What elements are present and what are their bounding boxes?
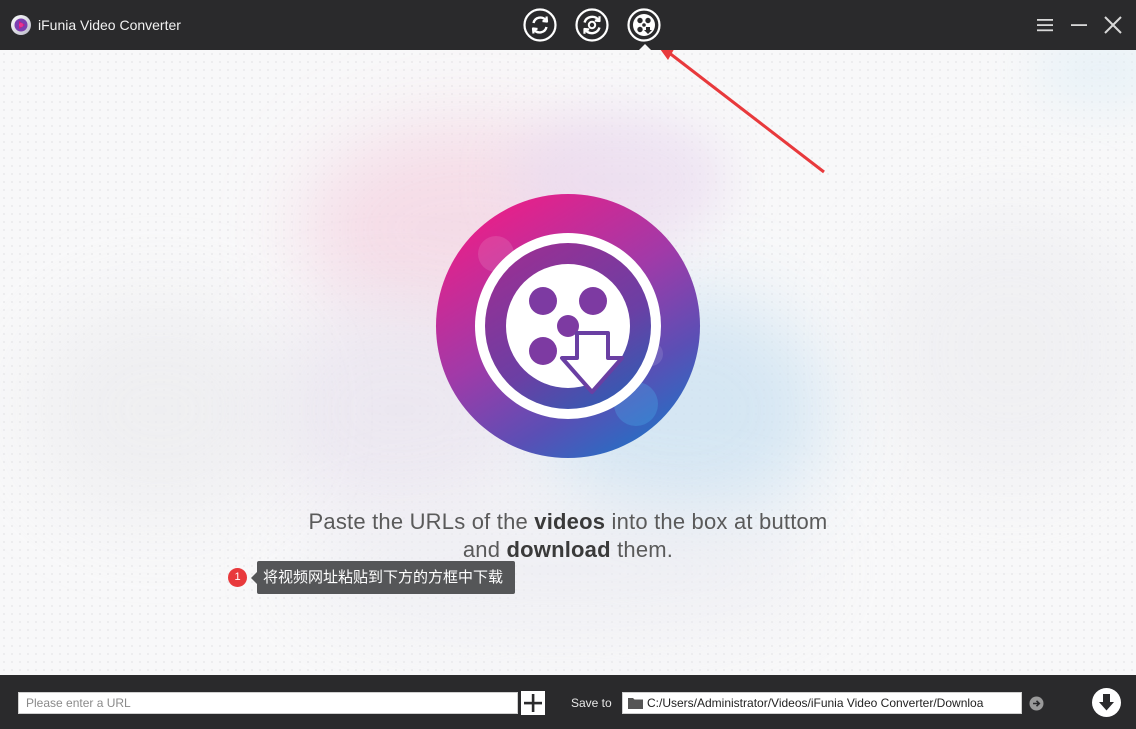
save-path-text: C:/Users/Administrator/Videos/iFunia Vid…: [647, 696, 984, 710]
video-download-logo: [436, 194, 700, 458]
download-mode-button[interactable]: [627, 8, 661, 42]
instruction-line-2: and download them.: [462, 537, 674, 562]
minimize-icon: [1071, 24, 1087, 26]
url-input[interactable]: [18, 692, 518, 714]
main-area: Paste the URLs of the videos into the bo…: [0, 50, 1136, 675]
disc-play-icon: [11, 15, 31, 35]
minimize-button[interactable]: [1067, 13, 1091, 37]
folder-icon: [628, 698, 643, 709]
save-path-field[interactable]: C:/Users/Administrator/Videos/iFunia Vid…: [622, 692, 1022, 714]
download-button[interactable]: [1092, 688, 1121, 717]
close-button[interactable]: [1101, 13, 1125, 37]
rotate-mode-button[interactable]: [575, 8, 609, 42]
plus-icon: [524, 694, 542, 712]
title-bar: iFunia Video Converter: [0, 0, 1136, 50]
convert-arrows-icon: [523, 8, 557, 42]
close-icon: [1104, 16, 1122, 34]
open-folder-arrow-icon[interactable]: [1029, 696, 1044, 711]
menu-icon: [1037, 19, 1053, 32]
film-reel-icon: [627, 8, 661, 42]
convert-mode-button[interactable]: [523, 8, 557, 42]
menu-button[interactable]: [1033, 13, 1057, 37]
save-to-label: Save to: [571, 696, 612, 710]
rotate-arrows-icon: [575, 8, 609, 42]
bottom-bar: Save to C:/Users/Administrator/Videos/iF…: [0, 675, 1136, 729]
annotation-tooltip: 将视频网址粘贴到下方的方框中下载: [250, 561, 516, 594]
step-badge: 1: [228, 568, 247, 587]
add-url-button[interactable]: [521, 691, 545, 715]
app-window: iFunia Video Converter Paste the URLs of…: [0, 0, 1136, 729]
instruction-text: Paste the URLs of the videos into the bo…: [218, 508, 918, 564]
app-title: iFunia Video Converter: [38, 17, 181, 33]
instruction-line-1: Paste the URLs of the videos into the bo…: [308, 509, 828, 534]
